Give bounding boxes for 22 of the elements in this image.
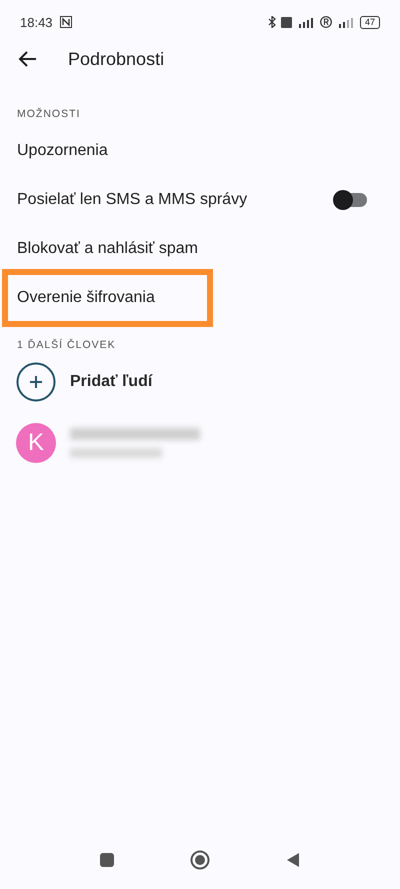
section-heading: MOŽNOSTI [16, 106, 82, 122]
nfc-icon [60, 16, 72, 28]
settings-item[interactable]: Overenie šifrovania [2, 268, 213, 326]
add-people-link[interactable]: Pridať ľudí [70, 373, 152, 391]
toggle-switch[interactable] [335, 192, 367, 206]
contact-avatar: K [16, 423, 56, 463]
settings-item[interactable]: Upozornenia [2, 126, 123, 175]
roaming-icon [320, 16, 332, 28]
page-title: Podrobnosti [68, 48, 164, 70]
section-heading: 1 ĎALŠÍ ČLOVEK [16, 338, 117, 353]
battery-indicator: 47 [360, 16, 380, 28]
bluetooth-icon [268, 16, 276, 28]
add-icon[interactable] [16, 362, 56, 402]
volte-icon [280, 16, 292, 28]
clock: 18:43 [20, 14, 53, 30]
signal-icon [336, 16, 355, 28]
back-arrow-icon [18, 49, 38, 69]
home-button[interactable] [190, 850, 210, 870]
signal-icon [296, 16, 315, 28]
back-nav-button[interactable] [286, 852, 300, 868]
settings-item[interactable]: Posielať len SMS a MMS správy [2, 175, 262, 224]
recents-button[interactable] [100, 853, 114, 867]
